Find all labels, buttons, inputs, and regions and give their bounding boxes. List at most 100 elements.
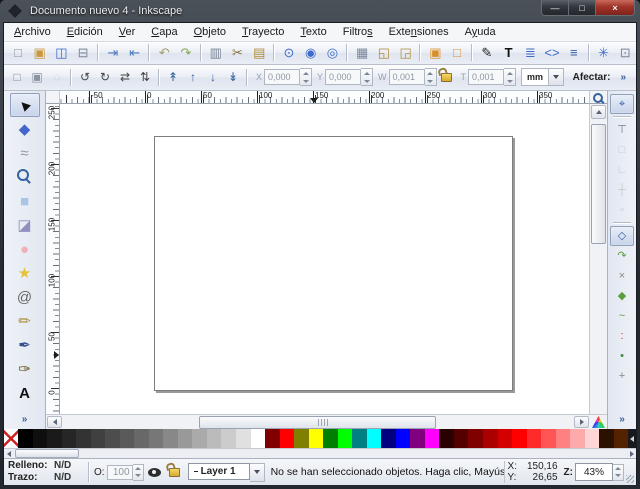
height-field-spinner[interactable] (504, 68, 516, 86)
snap-toggle-button[interactable]: ⌖ (610, 94, 634, 114)
vertical-scrollbar[interactable] (589, 104, 607, 414)
palette-swatch[interactable] (556, 429, 571, 448)
layer-select[interactable]: Layer 1 (188, 463, 265, 482)
canvas-viewport[interactable] (60, 104, 589, 414)
flip-horizontal-button[interactable]: ⇄ (115, 67, 135, 87)
layer-lock-icon[interactable] (169, 468, 180, 477)
palette-swatch[interactable] (192, 429, 207, 448)
palette-swatch[interactable] (280, 429, 295, 448)
palette-swatch-none[interactable] (4, 429, 18, 448)
x-field-spinner[interactable] (300, 68, 312, 86)
snap-nodes-button[interactable]: ◇ (610, 226, 634, 246)
palette-swatch[interactable] (614, 429, 629, 448)
palette-swatch[interactable] (585, 429, 600, 448)
menu-item-filtros[interactable]: Filtros (335, 24, 381, 40)
lower-to-bottom-button[interactable]: ↡ (223, 67, 243, 87)
tool-text-button[interactable]: A (10, 381, 40, 405)
lock-ratio-icon[interactable] (441, 73, 452, 82)
horizontal-scrollbar-track[interactable] (63, 415, 573, 429)
palette-swatch[interactable] (439, 429, 454, 448)
toolbox-overflow-chevron[interactable]: » (22, 414, 28, 425)
fill-stroke-dialog-button[interactable]: ✎ (476, 42, 498, 63)
rotate-cw-button[interactable]: ↻ (95, 67, 115, 87)
ungroup-objects-button[interactable]: □ (446, 42, 468, 63)
xml-editor-button[interactable]: <> (541, 42, 563, 63)
palette-scroll-right-icon[interactable] (627, 450, 636, 458)
tool-spiral-button[interactable]: @ (10, 285, 40, 309)
layer-visibility-eye-icon[interactable] (148, 468, 161, 477)
y-field[interactable]: 0,000 (325, 69, 361, 85)
layer-dropdown-icon[interactable] (250, 463, 265, 482)
palette-scrollbar-thumb[interactable] (15, 449, 79, 458)
palette-swatch[interactable] (33, 429, 48, 448)
flip-vertical-button[interactable]: ⇅ (135, 67, 155, 87)
resize-grip[interactable] (626, 475, 634, 483)
palette-swatch[interactable] (76, 429, 91, 448)
toolbar-overflow-chevron[interactable]: » (620, 72, 626, 83)
palette-swatch[interactable] (236, 429, 251, 448)
close-button[interactable]: × (596, 0, 634, 15)
tool-ellipse-button[interactable]: ● (10, 237, 40, 261)
scroll-up-icon[interactable] (591, 105, 606, 119)
lower-button[interactable]: ↓ (203, 67, 223, 87)
menu-item-capa[interactable]: Capa (143, 24, 185, 40)
magnifier-corner-icon[interactable] (589, 91, 607, 104)
tool-rectangle-button[interactable]: ■ (10, 189, 40, 213)
inkscape-preferences-button[interactable]: ✳ (593, 42, 615, 63)
menu-item-edición[interactable]: Edición (59, 24, 111, 40)
snap-smooth-nodes-button[interactable]: ~ (610, 306, 634, 326)
palette-swatch[interactable] (294, 429, 309, 448)
menu-item-extensiones[interactable]: Extensiones (381, 24, 457, 40)
palette-swatch[interactable] (149, 429, 164, 448)
menu-item-ver[interactable]: Ver (111, 24, 144, 40)
vertical-scrollbar-thumb[interactable] (591, 124, 606, 244)
palette-swatch[interactable] (512, 429, 527, 448)
snap-path-intersections-button[interactable]: × (610, 266, 634, 286)
tool-star-button[interactable]: ★ (10, 261, 40, 285)
snap-object-centers-button[interactable]: • (610, 346, 634, 366)
vertical-ruler[interactable]: 250200150100500 (46, 104, 60, 414)
palette-swatch[interactable] (134, 429, 149, 448)
tool-selector-button[interactable]: ► (10, 93, 40, 117)
open-document-button[interactable]: ▣ (29, 42, 51, 63)
raise-to-top-button[interactable]: ↟ (163, 67, 183, 87)
palette-swatch[interactable] (570, 429, 585, 448)
menu-item-trayecto[interactable]: Trayecto (234, 24, 292, 40)
tool-bezier-pen-button[interactable]: ✒ (10, 333, 40, 357)
import-image-button[interactable]: ⇥ (102, 42, 124, 63)
tool-node-editor-button[interactable]: ◆ (10, 117, 40, 141)
palette-swatch[interactable] (120, 429, 135, 448)
palette-swatch[interactable] (527, 429, 542, 448)
palette-swatch[interactable] (221, 429, 236, 448)
palette-swatch[interactable] (163, 429, 178, 448)
palette-swatch[interactable] (309, 429, 324, 448)
zoom-to-drawing-button[interactable]: ◉ (300, 42, 322, 63)
palette-swatch[interactable] (381, 429, 396, 448)
paste-button[interactable]: ▤ (248, 42, 270, 63)
print-document-button[interactable]: ⊟ (72, 42, 94, 63)
unit-dropdown-icon[interactable] (549, 68, 564, 86)
palette-swatch[interactable] (454, 429, 469, 448)
menu-item-ayuda[interactable]: Ayuda (457, 24, 504, 40)
horizontal-ruler[interactable]: -50050100150200250300350 (60, 91, 589, 104)
export-bitmap-button[interactable]: ⇤ (124, 42, 146, 63)
width-field[interactable]: 0,001 (389, 69, 425, 85)
layers-dialog-button[interactable]: ≣ (519, 42, 541, 63)
create-clone-button[interactable]: ◱ (373, 42, 395, 63)
palette-swatch[interactable] (410, 429, 425, 448)
snap-rotation-centers-button[interactable]: + (610, 366, 634, 386)
title-bar[interactable]: Documento nuevo 4 - Inkscape — □ × (3, 0, 637, 22)
palette-scrollbar[interactable] (4, 448, 636, 458)
document-properties-button[interactable]: ⊡ (614, 42, 636, 63)
redo-button[interactable]: ↷ (175, 42, 197, 63)
undo-button[interactable]: ↶ (153, 42, 175, 63)
cut-button[interactable]: ✂ (227, 42, 249, 63)
minimize-button[interactable]: — (542, 0, 569, 15)
unit-select[interactable]: mm (521, 68, 564, 86)
palette-swatch[interactable] (396, 429, 411, 448)
duplicate-button[interactable]: ▦ (351, 42, 373, 63)
palette-swatch[interactable] (105, 429, 120, 448)
width-field-spinner[interactable] (425, 68, 437, 86)
zoom-to-page-button[interactable]: ◎ (322, 42, 344, 63)
scroll-right-icon[interactable] (574, 416, 589, 428)
